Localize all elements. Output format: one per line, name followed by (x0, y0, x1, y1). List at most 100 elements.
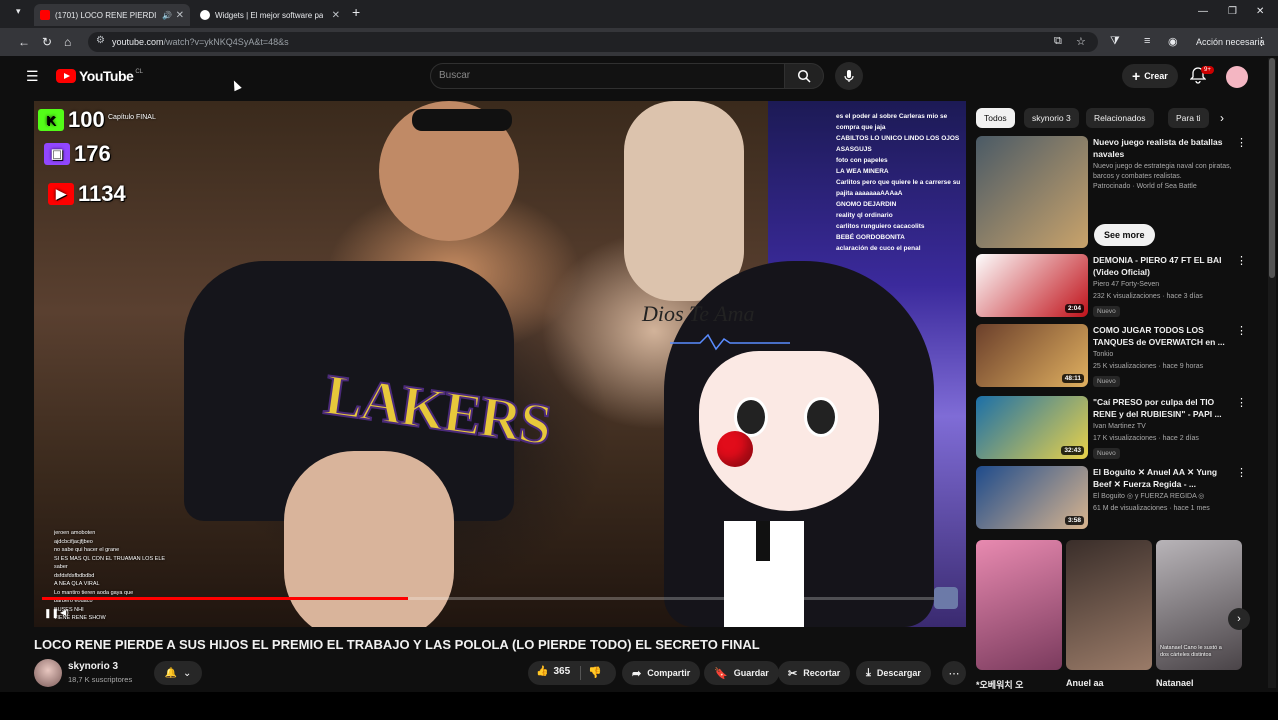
scrollbar-thumb[interactable] (1269, 58, 1275, 278)
url-text[interactable]: youtube.com/watch?v=ykNKQ4SyA&t=48&s (112, 37, 289, 47)
page-scrollbar[interactable] (1268, 58, 1276, 688)
scissors-icon: ✂ (788, 667, 798, 680)
short-title[interactable]: Anuel aa (1066, 678, 1104, 688)
logo-country: CL (135, 69, 143, 75)
youtube-count: 1134 (78, 181, 126, 206)
account-avatar[interactable] (1226, 66, 1248, 88)
recommended-stats: 17 K visualizaciones · hace 2 días (1093, 435, 1199, 442)
microphone-icon (844, 70, 854, 82)
chat-message: aclaración de cuco el penal (768, 243, 966, 254)
chip-relacionados[interactable]: Relacionados (1086, 108, 1154, 128)
more-options-icon[interactable]: ⋮ (1236, 396, 1247, 409)
overlay-chat-line: Lo mantiro tieren aoda gaya que (54, 589, 134, 596)
profile-icon[interactable]: ◉ (1168, 35, 1178, 48)
bookmark-star-icon[interactable]: ☆ (1076, 35, 1086, 48)
video-thumbnail[interactable]: 32:43 (976, 396, 1088, 459)
video-thumbnail[interactable] (976, 136, 1088, 248)
share-button[interactable]: ➦ Compartir (622, 661, 701, 685)
notification-count-badge: 9+ (1201, 66, 1214, 74)
volume-icon[interactable]: ◀) (60, 608, 69, 617)
search-input[interactable] (430, 63, 785, 89)
browser-tab-widgets[interactable]: Widgets | El mejor software pa ✕ (194, 4, 346, 26)
channel-watermark[interactable] (934, 587, 958, 609)
subscribed-notifications-button[interactable]: 🔔 ⌄ (154, 661, 202, 685)
tab-search-icon[interactable]: ▾ (16, 6, 21, 17)
channel-avatar[interactable] (34, 659, 62, 687)
chat-message: CABILTOS LO UNICO LINDO LOS OJOS (768, 133, 966, 144)
search-button[interactable] (784, 63, 824, 89)
shorts-next-icon[interactable]: › (1228, 608, 1250, 630)
pause-icon[interactable]: ❚❚ (44, 608, 59, 619)
like-button[interactable]: 👍 365 (536, 666, 570, 677)
extensions-icon[interactable]: ⧩ (1110, 35, 1120, 48)
more-options-icon[interactable]: ⋮ (1236, 466, 1247, 479)
share-arrow-icon: ➦ (632, 667, 642, 680)
screen-cast-icon[interactable]: ⧉ (1054, 35, 1062, 48)
recommended-title[interactable]: "Caí PRESO por culpa del TIO RENE y del … (1093, 396, 1233, 420)
overlay-chat-line: dsfdsfdsfbdbdbd (54, 572, 95, 579)
browser-tab-bar (0, 0, 1278, 28)
chevron-right-icon[interactable]: › (1220, 111, 1224, 125)
reload-icon[interactable]: ↻ (42, 35, 52, 49)
save-button[interactable]: 🔖 Guardar (704, 661, 779, 685)
chip-para-ti[interactable]: Para ti (1168, 108, 1209, 128)
video-player[interactable]: LAKERS es el poder al sobre Carleras mio… (34, 101, 966, 627)
video-frame-hand (284, 451, 454, 627)
more-options-icon[interactable]: ⋮ (1236, 324, 1247, 337)
progress-bar[interactable] (42, 597, 958, 600)
create-button[interactable]: + Crear (1122, 64, 1178, 88)
chip-todos[interactable]: Todos (976, 108, 1015, 128)
recommended-stats: Patrocinado · World of Sea Battle (1093, 183, 1197, 190)
chat-message: ASASGUJS (768, 144, 966, 155)
clip-button[interactable]: ✂ Recortar (778, 661, 851, 685)
short-title[interactable]: *오베워치 오 (976, 678, 1023, 691)
close-tab-icon[interactable]: ✕ (332, 10, 340, 21)
profile-status-label[interactable]: Acción necesaria (1196, 37, 1265, 47)
overlay-chat-line: TIENE RENE SHOW (54, 615, 106, 621)
close-tab-icon[interactable]: ✕ (176, 10, 184, 21)
hamburger-menu-icon[interactable]: ☰ (26, 68, 39, 85)
video-thumbnail[interactable]: 3:58 (976, 466, 1088, 529)
site-info-icon[interactable]: ⚙ (96, 35, 105, 46)
video-thumbnail[interactable]: 48:11 (976, 324, 1088, 387)
video-thumbnail[interactable]: 2:04 (976, 254, 1088, 317)
recommended-stats: 25 K visualizaciones · hace 9 horas (1093, 363, 1204, 370)
new-badge: Nuevo (1093, 448, 1120, 459)
thumbs-down-icon[interactable]: 👎 (588, 666, 602, 679)
close-window-icon[interactable]: ✕ (1256, 6, 1264, 17)
back-icon[interactable]: ← (18, 35, 30, 49)
maximize-icon[interactable]: ❐ (1228, 6, 1237, 17)
chat-message-text: Carlitos pero que quiere le a carrerse s… (836, 179, 961, 186)
more-actions-icon[interactable]: ⋯ (942, 661, 966, 685)
browser-tab-youtube[interactable]: (1701) LOCO RENE PIERDI 🔊 ✕ (34, 4, 190, 26)
short-thumbnail[interactable] (976, 540, 1062, 670)
voice-search-button[interactable] (835, 62, 863, 90)
see-more-button[interactable]: See more (1094, 224, 1155, 246)
new-tab-icon[interactable]: + (352, 4, 360, 20)
youtube-play-icon (56, 69, 76, 83)
short-thumbnail[interactable] (1066, 540, 1152, 670)
browser-menu-icon[interactable]: ⋮ (1256, 35, 1267, 48)
home-icon[interactable]: ⌂ (64, 35, 71, 49)
thumbs-up-icon: 👍 (536, 666, 549, 677)
recommended-title[interactable]: Nuevo juego realista de batallas navales (1093, 136, 1233, 160)
recommended-title[interactable]: DEMONIA - PIERO 47 FT EL BAI (Video Ofic… (1093, 254, 1233, 278)
more-options-icon[interactable]: ⋮ (1236, 254, 1247, 267)
media-control-icon[interactable]: ≡ (1144, 35, 1150, 47)
url-path: /watch?v=ykNKQ4SyA&t=48&s (163, 37, 289, 47)
chat-message: GNOMO DEJARDIN (768, 199, 966, 210)
short-title[interactable]: Natanael (1156, 678, 1194, 688)
audio-playing-icon[interactable]: 🔊 (162, 11, 172, 20)
recommended-channel: El Boguito ◎ y FUERZA REGIDA ◎ (1093, 493, 1205, 500)
recommended-title[interactable]: El Boguito ✕ Anuel AA ✕ Yung Beef ✕ Fuer… (1093, 466, 1233, 490)
youtube-logo[interactable]: YouTube CL (56, 68, 143, 84)
minimize-icon[interactable]: — (1198, 6, 1208, 17)
url-host: youtube.com (112, 37, 164, 47)
chip-channel[interactable]: skynorio 3 (1024, 108, 1079, 128)
recommended-title[interactable]: COMO JUGAR TODOS LOS TANQUES de OVERWATC… (1093, 324, 1233, 348)
download-button[interactable]: ⤓ Descargar (856, 661, 931, 685)
chat-message: compra que jaja (768, 122, 966, 133)
channel-name[interactable]: skynorio 3 (68, 661, 118, 672)
download-icon: ⤓ (866, 666, 871, 679)
more-options-icon[interactable]: ⋮ (1236, 136, 1247, 149)
